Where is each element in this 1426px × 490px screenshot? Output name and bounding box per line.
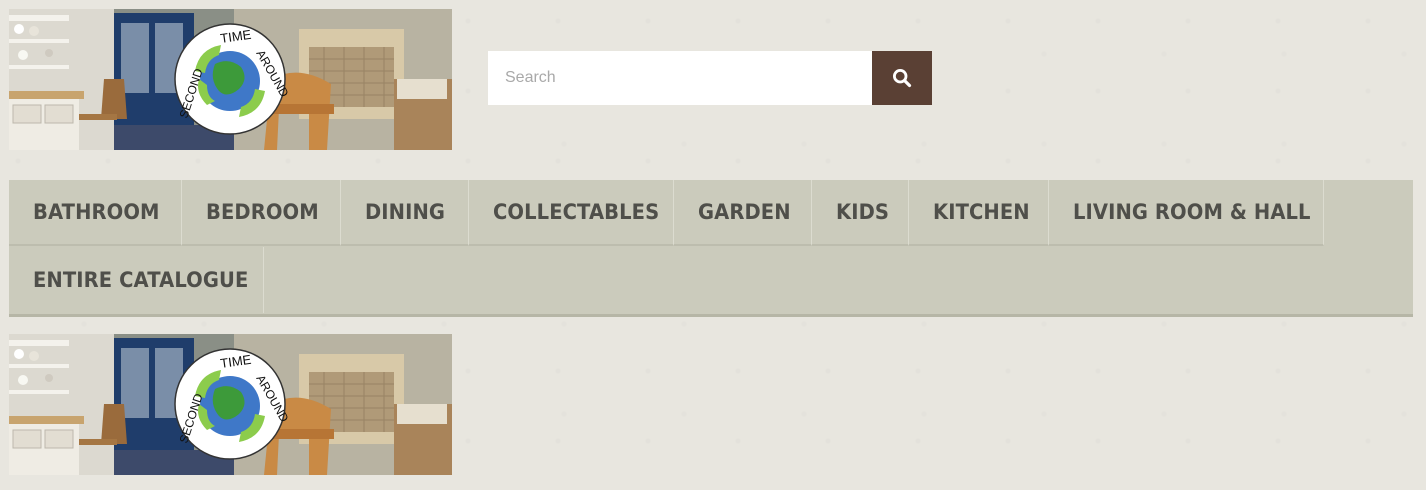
nav-item-garden[interactable]: GARDEN xyxy=(674,180,812,246)
search-form xyxy=(488,51,932,105)
nav-item-label: ENTIRE CATALOGUE xyxy=(33,268,249,292)
category-nav: BATHROOM BEDROOM DINING COLLECTABLES GAR… xyxy=(9,180,1413,317)
nav-item-bathroom[interactable]: BATHROOM xyxy=(9,180,182,246)
nav-item-label: BATHROOM xyxy=(33,200,160,224)
nav-item-label: COLLECTABLES xyxy=(493,200,660,224)
nav-item-living-room-hall[interactable]: LIVING ROOM & HALL xyxy=(1049,180,1324,246)
nav-item-label: BEDROOM xyxy=(206,200,319,224)
nav-item-label: GARDEN xyxy=(698,200,791,224)
nav-item-entire-catalogue[interactable]: ENTIRE CATALOGUE xyxy=(9,247,264,313)
nav-item-dining[interactable]: DINING xyxy=(341,180,469,246)
search-input[interactable] xyxy=(488,51,872,105)
header-banner-logo[interactable]: TIME AROUND SECOND xyxy=(9,9,452,150)
nav-item-label: KIDS xyxy=(836,200,890,224)
page-banner-logo[interactable]: TIME AROUND SECOND xyxy=(9,334,452,475)
nav-item-label: LIVING ROOM & HALL xyxy=(1073,200,1311,224)
nav-item-kids[interactable]: KIDS xyxy=(812,180,909,246)
nav-item-label: KITCHEN xyxy=(933,200,1030,224)
nav-item-kitchen[interactable]: KITCHEN xyxy=(909,180,1049,246)
category-nav-row: BATHROOM BEDROOM DINING COLLECTABLES GAR… xyxy=(9,180,1324,246)
nav-item-label: DINING xyxy=(365,200,446,224)
category-nav-row: ENTIRE CATALOGUE xyxy=(9,247,264,313)
nav-item-collectables[interactable]: COLLECTABLES xyxy=(469,180,674,246)
search-button[interactable] xyxy=(872,51,932,105)
search-icon xyxy=(892,68,912,88)
nav-item-bedroom[interactable]: BEDROOM xyxy=(182,180,341,246)
store-banner-image: TIME AROUND SECOND xyxy=(9,334,452,475)
store-banner-image: TIME AROUND SECOND xyxy=(9,9,452,150)
